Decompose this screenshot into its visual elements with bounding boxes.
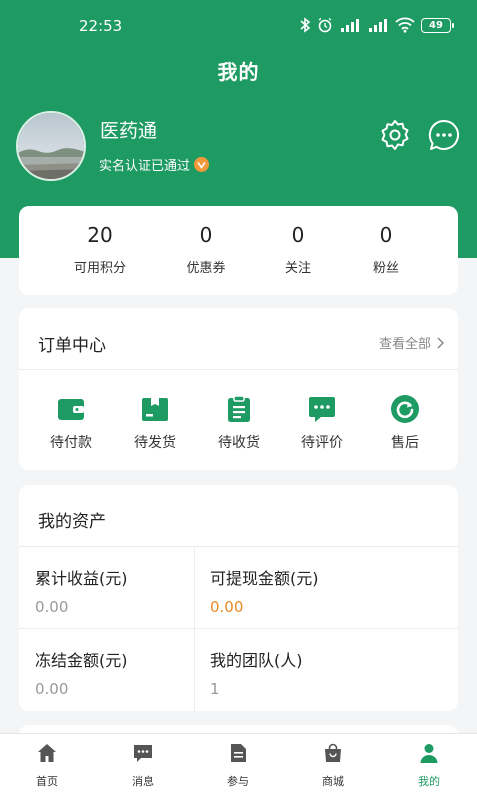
status-time: 22:53 (79, 17, 123, 35)
tab-mall[interactable]: 商城 (303, 742, 363, 789)
tab-mine[interactable]: 我的 (399, 742, 459, 789)
stat-points[interactable]: 20 可用积分 (60, 223, 140, 276)
asset-label: 冻结金额(元) (35, 651, 128, 670)
page-title: 我的 (217, 60, 260, 84)
asset-label: 累计收益(元) (35, 569, 128, 588)
battery-icon: 49 (421, 17, 454, 33)
order-center-card: 订单中心 查看全部 待付款 待发货 待收货 待评价 售后 (19, 308, 458, 470)
stat-label: 优惠券 (186, 261, 226, 276)
wifi-icon (395, 17, 415, 33)
comment-icon (309, 397, 335, 422)
asset-frozen[interactable]: 冻结金额(元) 0.00 (35, 647, 210, 698)
tab-label: 首页 (36, 775, 58, 788)
stat-label: 可用积分 (73, 261, 126, 276)
order-pending-payment[interactable]: 待付款 (36, 393, 106, 452)
tab-label: 商城 (322, 775, 344, 788)
signal-hd-icon (341, 19, 359, 32)
refresh-icon (391, 395, 419, 423)
tab-label: 参与 (227, 775, 249, 788)
stats-card: 20 可用积分 0 优惠券 0 关注 0 粉丝 (19, 206, 458, 295)
status-bar: 22:53 49 (0, 0, 477, 50)
clipboard-icon (228, 395, 250, 422)
bluetooth-icon (300, 17, 311, 33)
username: 医药通 (100, 120, 158, 142)
asset-value: 0.00 (35, 598, 69, 616)
message-icon (134, 745, 152, 762)
order-item-label: 售后 (391, 435, 419, 451)
asset-value: 0.00 (35, 680, 69, 698)
stat-value: 0 (379, 223, 393, 247)
avatar[interactable] (16, 111, 86, 181)
asset-label: 可提现金额(元) (210, 569, 319, 588)
home-icon (38, 744, 56, 762)
order-pending-review[interactable]: 待评价 (287, 393, 357, 452)
divider (19, 369, 458, 370)
status-icons: 49 (299, 15, 454, 35)
message-bubble-icon[interactable] (427, 118, 461, 152)
view-all-orders-link[interactable]: 查看全部 (379, 333, 444, 352)
asset-value: 1 (210, 680, 220, 698)
order-item-label: 待发货 (134, 435, 176, 451)
order-item-label: 待付款 (50, 435, 92, 451)
asset-total-earnings[interactable]: 累计收益(元) 0.00 (35, 565, 210, 616)
box-icon (142, 398, 168, 421)
order-center-title: 订单中心 (38, 336, 106, 356)
settings-gear-icon[interactable] (378, 118, 412, 152)
divider (19, 628, 458, 629)
tab-label: 消息 (132, 775, 154, 788)
order-item-label: 待评价 (301, 435, 343, 451)
order-item-label: 待收货 (218, 435, 260, 451)
stat-value: 0 (291, 223, 305, 247)
asset-my-team[interactable]: 我的团队(人) 1 (210, 647, 385, 698)
alarm-icon (318, 17, 332, 33)
tab-participate[interactable]: 参与 (208, 742, 268, 789)
stat-following[interactable]: 0 关注 (258, 223, 338, 276)
shopping-bag-icon (325, 743, 341, 762)
verification-text: 实名认证已通过 (99, 159, 191, 174)
asset-value: 0.00 (210, 598, 244, 616)
stat-followers[interactable]: 0 粉丝 (346, 223, 426, 276)
order-pending-shipment[interactable]: 待发货 (120, 393, 190, 452)
tab-messages[interactable]: 消息 (113, 742, 173, 789)
asset-withdrawable[interactable]: 可提现金额(元) 0.00 (210, 565, 385, 616)
document-icon (231, 744, 246, 762)
divider (19, 546, 458, 547)
signal-hd-icon-2 (369, 19, 387, 32)
bottom-tab-bar: 首页 消息 参与 商城 我的 (0, 733, 477, 797)
asset-label: 我的团队(人) (210, 651, 303, 670)
stat-value: 0 (199, 223, 213, 247)
stat-label: 关注 (284, 261, 311, 276)
assets-card: 我的资产 累计收益(元) 0.00 可提现金额(元) 0.00 冻结金额(元) … (19, 485, 458, 711)
verification-status: 实名认证已通过 (99, 155, 210, 174)
verified-badge-icon (194, 157, 210, 172)
order-pending-receipt[interactable]: 待收货 (204, 393, 274, 452)
tab-home[interactable]: 首页 (17, 742, 77, 789)
assets-title: 我的资产 (38, 512, 106, 532)
order-after-sales[interactable]: 售后 (370, 393, 440, 452)
view-all-label: 查看全部 (378, 337, 431, 352)
stat-value: 20 (87, 223, 113, 247)
tab-label: 我的 (418, 775, 440, 788)
stat-label: 粉丝 (372, 261, 399, 276)
stat-coupons[interactable]: 0 优惠券 (166, 223, 246, 276)
chevron-right-icon (437, 336, 444, 349)
wallet-icon (58, 399, 84, 420)
user-icon (420, 744, 438, 763)
